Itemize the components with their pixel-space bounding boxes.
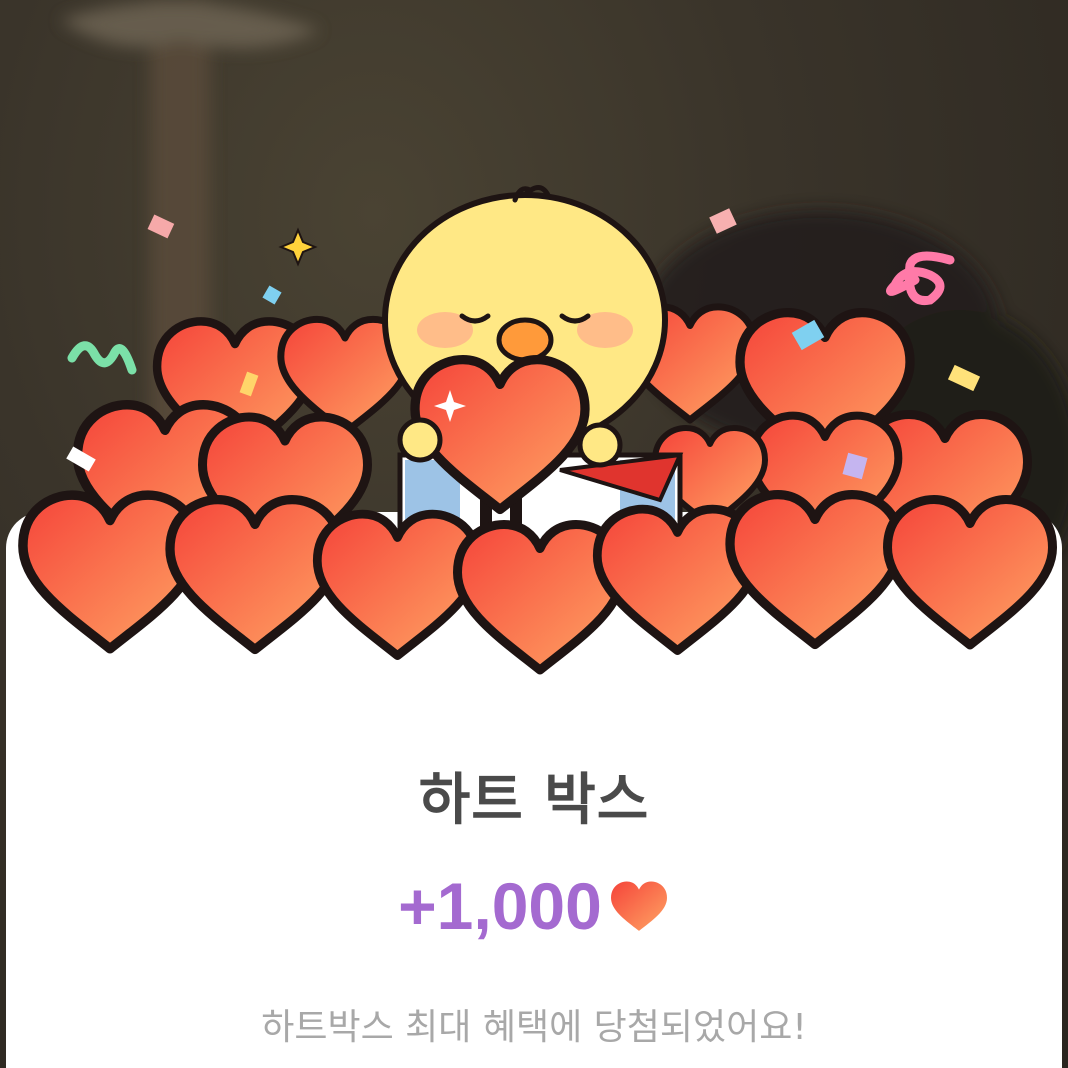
heart-icon [610, 881, 667, 931]
reward-row: +1,000 [0, 868, 1068, 944]
heart-box-illustration [0, 185, 1068, 700]
popup-description: 하트박스 최대 혜택에 당첨되었어요! [261, 1007, 807, 1048]
reward-amount: +1,000 [398, 869, 602, 943]
screen: 하트 박스 +1,000 하트박스 최대 혜택에 당첨되었어요! [0, 0, 1068, 1068]
popup-title: 하트 박스 [418, 768, 650, 833]
